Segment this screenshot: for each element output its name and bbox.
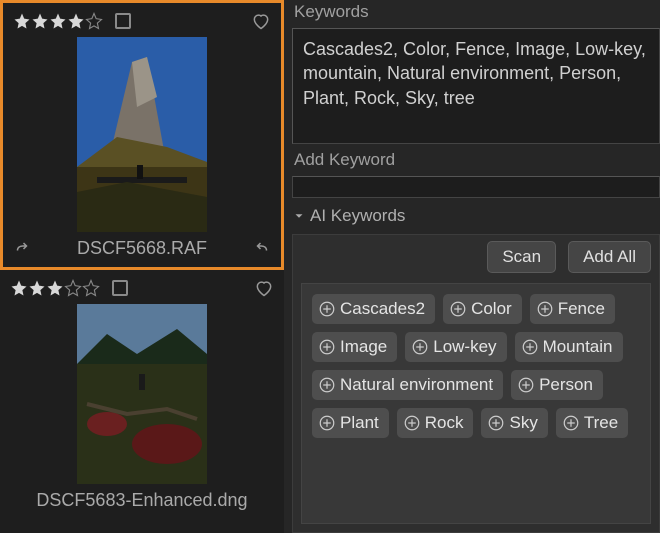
add-icon: [411, 338, 429, 356]
ai-keyword-tag[interactable]: Plant: [312, 408, 389, 438]
tag-label: Fence: [558, 299, 605, 319]
tag-label: Natural environment: [340, 375, 493, 395]
add-icon: [318, 300, 336, 318]
star-icon: [13, 12, 31, 30]
ai-keyword-tag[interactable]: Natural environment: [312, 370, 503, 400]
thumbnail-footer: DSCF5683-Enhanced.dng: [6, 484, 278, 513]
ai-keyword-tag[interactable]: Image: [312, 332, 397, 362]
tag-label: Low-key: [433, 337, 496, 357]
tag-label: Person: [539, 375, 593, 395]
flag-checkbox[interactable]: [115, 13, 131, 29]
tag-label: Plant: [340, 413, 379, 433]
add-icon: [318, 338, 336, 356]
add-icon: [517, 376, 535, 394]
star-icon: [31, 12, 49, 30]
tag-label: Cascades2: [340, 299, 425, 319]
thumbnail-browser: DSCF5668.RAF DSCF5: [0, 0, 284, 533]
thumbnail-image[interactable]: [77, 304, 207, 484]
keywords-label: Keywords: [292, 2, 660, 22]
add-icon: [562, 414, 580, 432]
add-keyword-label: Add Keyword: [292, 150, 660, 170]
star-icon: [49, 12, 67, 30]
add-all-button[interactable]: Add All: [568, 241, 651, 273]
tag-label: Tree: [584, 413, 618, 433]
ai-keywords-panel: Scan Add All Cascades2 Color Fence Image Low…: [292, 234, 660, 533]
ai-keyword-tag[interactable]: Fence: [530, 294, 615, 324]
ai-tags-area: Cascades2 Color Fence Image Low-key Mountain N…: [301, 283, 651, 524]
star-icon: [85, 12, 103, 30]
flag-checkbox[interactable]: [112, 280, 128, 296]
add-icon: [487, 414, 505, 432]
ai-keyword-tag[interactable]: Person: [511, 370, 603, 400]
heart-icon[interactable]: [254, 278, 274, 298]
tag-label: Mountain: [543, 337, 613, 357]
thumbnail-card[interactable]: DSCF5668.RAF: [0, 0, 284, 270]
thumbnail-header: [9, 9, 275, 37]
star-icon: [10, 279, 28, 297]
rating-stars[interactable]: [10, 279, 100, 297]
thumbnail-footer: DSCF5668.RAF: [9, 232, 275, 261]
thumbnail-header: [6, 276, 278, 304]
keywords-field[interactable]: Cascades2, Color, Fence, Image, Low-key,…: [292, 28, 660, 144]
ai-keyword-tag[interactable]: Color: [443, 294, 522, 324]
add-keyword-input[interactable]: [292, 176, 660, 198]
star-icon: [67, 12, 85, 30]
ai-keywords-disclosure[interactable]: AI Keywords: [292, 204, 660, 228]
ai-keywords-label: AI Keywords: [310, 206, 405, 226]
tag-label: Color: [471, 299, 512, 319]
thumbnail-image[interactable]: [77, 37, 207, 232]
thumbnail-filename: DSCF5668.RAF: [31, 238, 253, 259]
ai-keyword-tag[interactable]: Mountain: [515, 332, 623, 362]
star-icon: [64, 279, 82, 297]
add-icon: [536, 300, 554, 318]
ai-keyword-tag[interactable]: Tree: [556, 408, 628, 438]
star-icon: [28, 279, 46, 297]
add-icon: [449, 300, 467, 318]
thumbnail-filename: DSCF5683-Enhanced.dng: [10, 490, 274, 511]
redo-arrow-icon[interactable]: [253, 240, 271, 258]
chevron-down-icon: [292, 209, 306, 223]
add-icon: [318, 414, 336, 432]
ai-keyword-tag[interactable]: Low-key: [405, 332, 506, 362]
scan-button[interactable]: Scan: [487, 241, 556, 273]
tag-label: Image: [340, 337, 387, 357]
add-icon: [521, 338, 539, 356]
star-icon: [46, 279, 64, 297]
metadata-panel: Keywords Cascades2, Color, Fence, Image,…: [284, 0, 660, 533]
heart-icon[interactable]: [251, 11, 271, 31]
star-icon: [82, 279, 100, 297]
ai-keyword-tag[interactable]: Rock: [397, 408, 474, 438]
add-icon: [318, 376, 336, 394]
thumbnail-card[interactable]: DSCF5683-Enhanced.dng: [0, 270, 284, 519]
ai-keyword-tag[interactable]: Sky: [481, 408, 547, 438]
ai-actions-row: Scan Add All: [301, 241, 651, 273]
tag-label: Sky: [509, 413, 537, 433]
rating-stars[interactable]: [13, 12, 103, 30]
tag-label: Rock: [425, 413, 464, 433]
add-icon: [403, 414, 421, 432]
ai-keyword-tag[interactable]: Cascades2: [312, 294, 435, 324]
undo-arrow-icon[interactable]: [13, 240, 31, 258]
